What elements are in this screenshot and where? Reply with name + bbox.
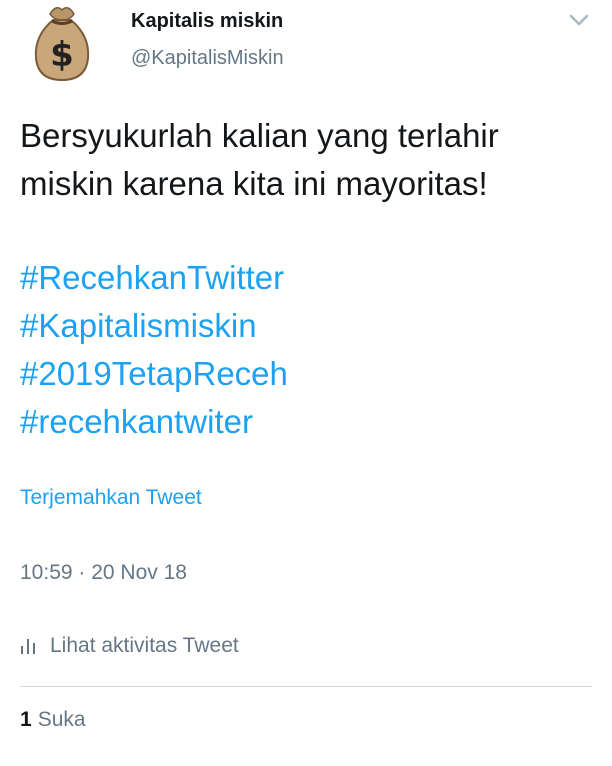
bar-chart-icon (21, 639, 35, 654)
likes-label: Suka (37, 708, 86, 731)
hashtag-link[interactable]: #RecehkanTwitter (20, 254, 288, 302)
likes-stat[interactable]: 1 Suka (20, 708, 86, 732)
svg-text:$: $ (50, 35, 74, 75)
hashtag-list: #RecehkanTwitter #Kapitalismiskin #2019T… (20, 254, 288, 446)
tweet-text-line: miskin karena kita ini mayoritas! (20, 165, 488, 202)
tweet-text-line: Bersyukurlah kalian yang terlahir (20, 117, 499, 154)
view-activity-label: Lihat aktivitas Tweet (50, 634, 239, 657)
hashtag-link[interactable]: #Kapitalismiskin (20, 302, 288, 350)
divider (20, 686, 592, 687)
translate-tweet-link[interactable]: Terjemahkan Tweet (20, 486, 202, 510)
tweet-menu-button[interactable] (566, 10, 592, 30)
tweet-card: $ Kapitalis miskin @KapitalisMiskin Bers… (0, 0, 612, 766)
hashtag-link[interactable]: #recehkantwiter (20, 398, 288, 446)
money-bag-icon: $ (34, 7, 90, 82)
tweet-timestamp[interactable]: 10:59 · 20 Nov 18 (20, 561, 187, 585)
likes-count: 1 (20, 708, 32, 731)
hashtag-link[interactable]: #2019TetapReceh (20, 350, 288, 398)
author-handle[interactable]: @KapitalisMiskin (131, 47, 284, 70)
author-name[interactable]: Kapitalis miskin (131, 10, 283, 33)
tweet-text: Bersyukurlah kalian yang terlahir miskin… (20, 112, 600, 208)
view-activity-button[interactable]: Lihat aktivitas Tweet (20, 634, 239, 658)
chevron-down-icon (569, 14, 589, 26)
avatar[interactable]: $ (20, 0, 104, 84)
